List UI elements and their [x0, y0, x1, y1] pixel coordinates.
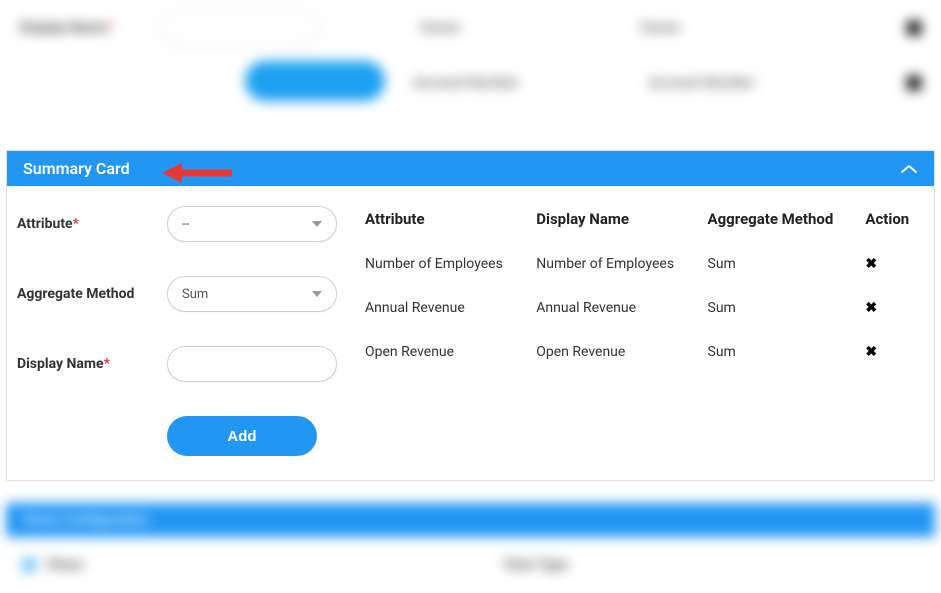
- display-name-input[interactable]: [167, 346, 337, 382]
- cell-display-name: Open Revenue: [528, 330, 699, 374]
- cell-display-name: Annual Revenue: [528, 286, 699, 330]
- table-row: Open Revenue Open Revenue Sum ✖: [357, 330, 924, 374]
- cell-attribute: Number of Employees: [357, 242, 528, 286]
- cell-attribute: Annual Revenue: [357, 286, 528, 330]
- aggregate-method-select-value: Sum: [182, 287, 208, 302]
- attribute-select-value: --: [182, 217, 189, 232]
- attribute-label: Attribute*: [17, 216, 167, 232]
- col-aggregate: Aggregate Method: [700, 206, 858, 242]
- delete-icon[interactable]: ✖: [865, 300, 877, 316]
- summary-card-panel: Summary Card Attribute* -- Aggregate Met…: [6, 150, 935, 481]
- cell-attribute: Open Revenue: [357, 330, 528, 374]
- pointer-arrow-annotation: [162, 161, 232, 189]
- summary-card-title: Summary Card: [23, 159, 130, 178]
- display-name-label: Display Name*: [17, 356, 167, 372]
- aggregate-method-select[interactable]: Sum: [167, 276, 337, 312]
- table-row: Annual Revenue Annual Revenue Sum ✖: [357, 286, 924, 330]
- summary-form: Attribute* -- Aggregate Method Sum Displ…: [17, 206, 357, 456]
- chevron-down-icon: [312, 291, 322, 297]
- col-attribute: Attribute: [357, 206, 528, 242]
- summary-table: Attribute Display Name Aggregate Method …: [357, 206, 924, 374]
- attribute-select[interactable]: --: [167, 206, 337, 242]
- summary-table-wrapper: Attribute Display Name Aggregate Method …: [357, 206, 924, 374]
- table-row: Number of Employees Number of Employees …: [357, 242, 924, 286]
- cell-display-name: Number of Employees: [528, 242, 699, 286]
- upper-blurred-section: Display Name* Owner Owner Account Number…: [0, 0, 941, 150]
- cell-aggregate: Sum: [700, 330, 858, 374]
- delete-icon[interactable]: ✖: [865, 344, 877, 360]
- aggregate-method-label: Aggregate Method: [17, 286, 167, 302]
- lower-blurred-section: Views Configuration Views View Type: [0, 503, 941, 593]
- col-action: Action: [857, 206, 924, 242]
- add-button[interactable]: Add: [167, 416, 317, 456]
- cell-aggregate: Sum: [700, 242, 858, 286]
- summary-card-header: Summary Card: [7, 151, 934, 186]
- cell-aggregate: Sum: [700, 286, 858, 330]
- delete-icon[interactable]: ✖: [865, 256, 877, 272]
- chevron-down-icon: [312, 221, 322, 227]
- col-display-name: Display Name: [528, 206, 699, 242]
- summary-card-body: Attribute* -- Aggregate Method Sum Displ…: [7, 186, 934, 480]
- collapse-icon[interactable]: [900, 164, 918, 174]
